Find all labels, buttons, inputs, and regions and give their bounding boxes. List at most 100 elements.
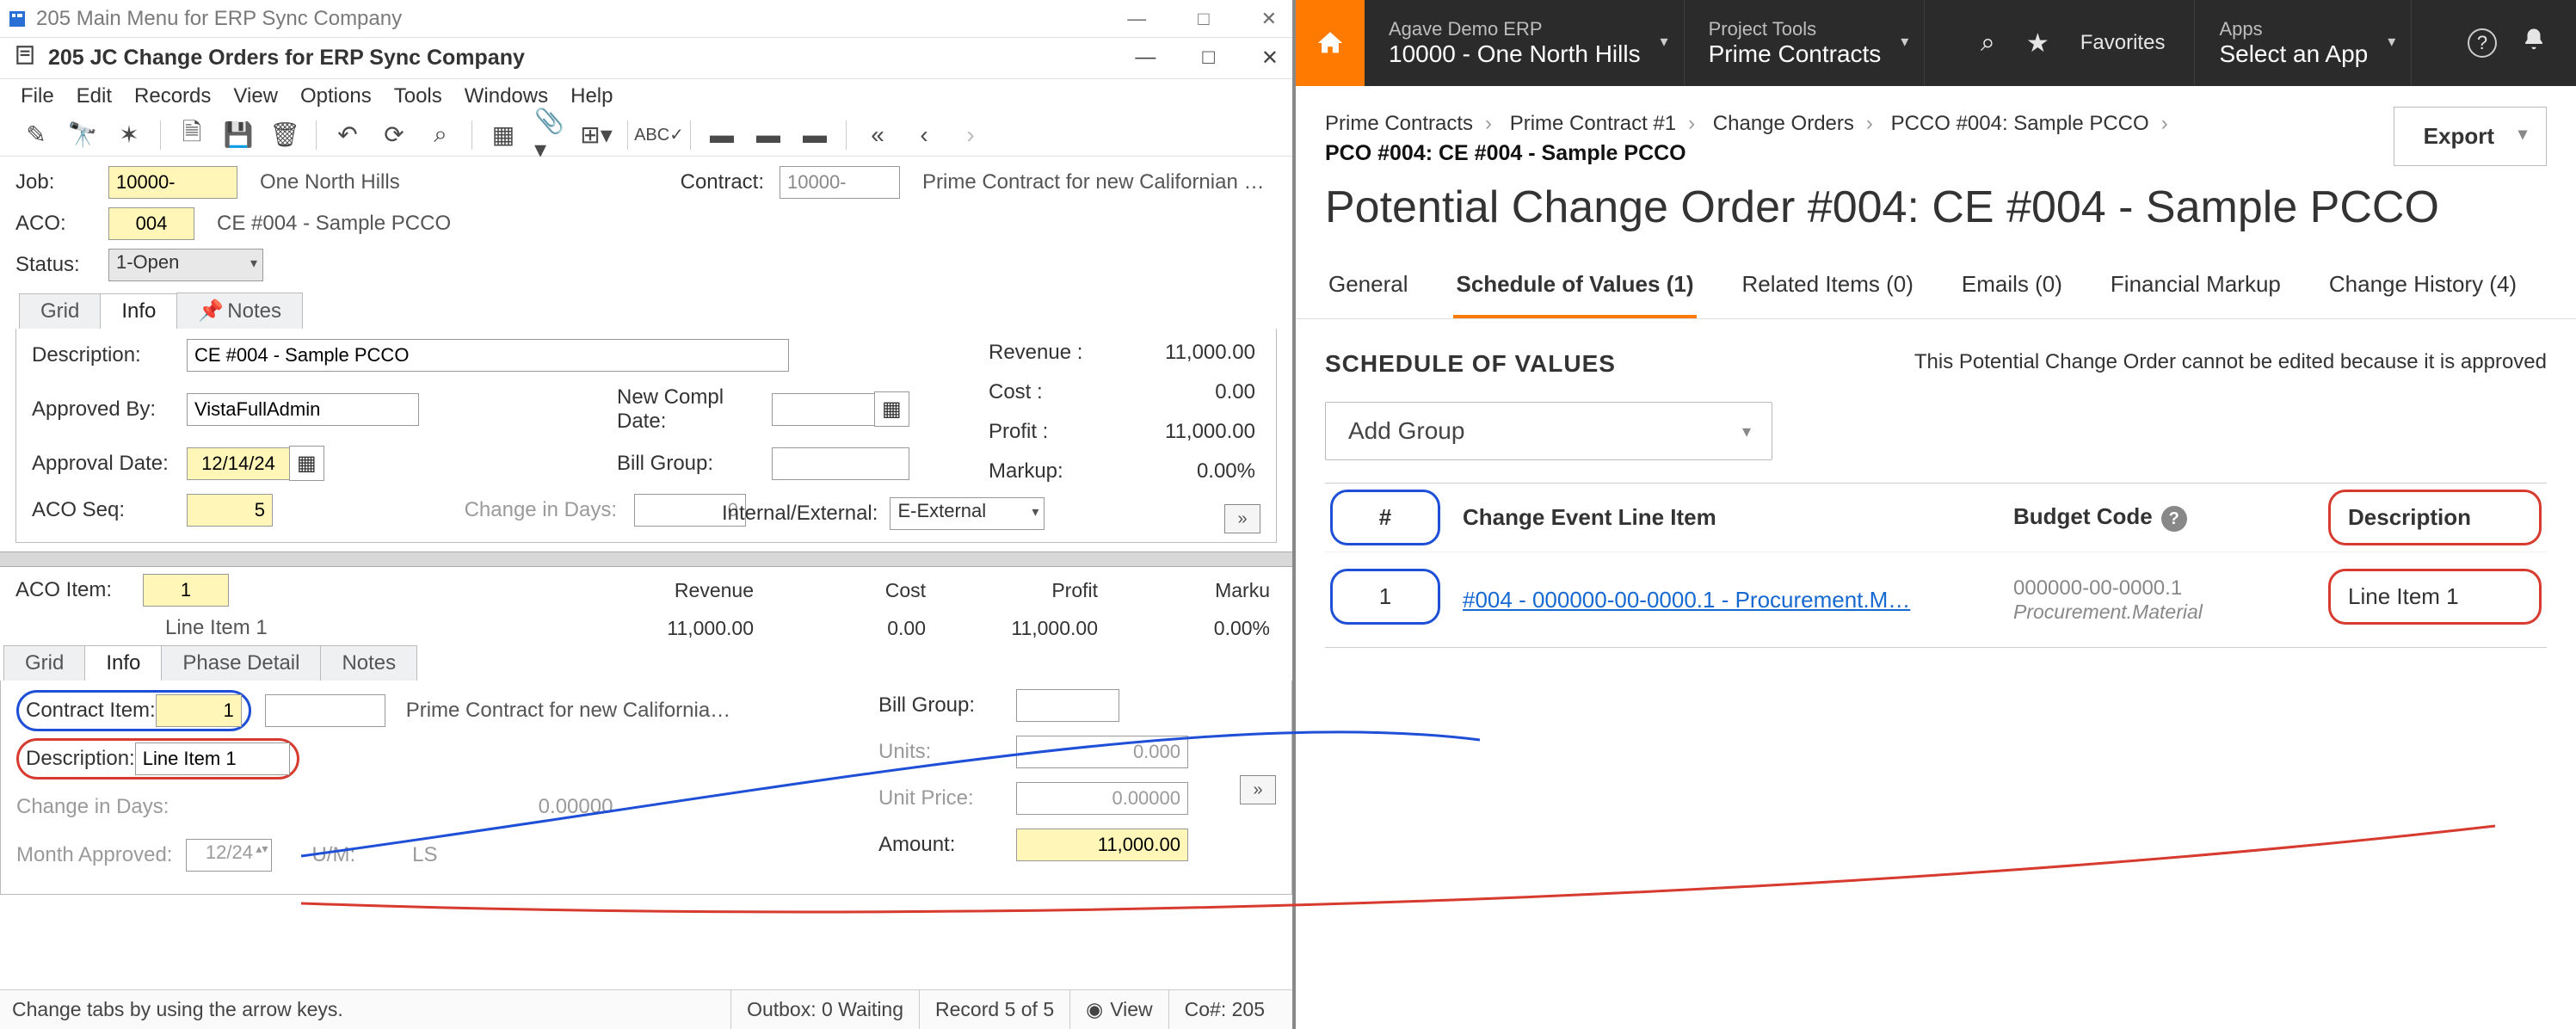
- menu-tools[interactable]: Tools: [394, 84, 442, 108]
- export-button[interactable]: Export: [2394, 107, 2547, 166]
- menu-view[interactable]: View: [233, 84, 278, 108]
- tab-emails[interactable]: Emails (0): [1958, 256, 2066, 318]
- calendar-icon[interactable]: ▦: [874, 391, 909, 427]
- aco-desc: CE #004 - Sample PCCO: [210, 212, 451, 236]
- crumb-pcco[interactable]: PCCO #004: Sample PCCO: [1891, 112, 2149, 135]
- sub-billgroup-input[interactable]: [1016, 689, 1119, 722]
- tab-related[interactable]: Related Items (0): [1738, 256, 1916, 318]
- crumb-prime-contracts[interactable]: Prime Contracts: [1325, 112, 1473, 135]
- attach-icon[interactable]: 📎▾: [534, 120, 565, 151]
- menu-edit[interactable]: Edit: [77, 84, 112, 108]
- binoculars-icon[interactable]: 🔭: [67, 120, 98, 151]
- sov-readonly-note: This Potential Change Order cannot be ed…: [1914, 350, 2547, 378]
- card2-icon[interactable]: ▬: [753, 120, 784, 151]
- main-close-button[interactable]: ✕: [1253, 4, 1285, 34]
- favorites-label[interactable]: Favorites: [2080, 31, 2166, 55]
- tab-grid[interactable]: Grid: [19, 293, 101, 329]
- home-button[interactable]: [1296, 0, 1365, 86]
- tab-financial[interactable]: Financial Markup: [2107, 256, 2284, 318]
- global-search-icon[interactable]: ⌕: [1981, 28, 1995, 58]
- project-tools-selector[interactable]: Project Tools Prime Contracts: [1685, 0, 1926, 86]
- add-group-dropdown[interactable]: Add Group: [1325, 402, 1772, 460]
- sub-expand-button[interactable]: »: [1240, 775, 1276, 804]
- details-panel: Description: Approved By: New Compl Date…: [15, 329, 1277, 543]
- undo-icon[interactable]: ↶: [332, 120, 363, 151]
- page-title: Potential Change Order #004: CE #004 - S…: [1296, 166, 2576, 256]
- tab-general[interactable]: General: [1325, 256, 1412, 318]
- subtab-grid[interactable]: Grid: [3, 645, 85, 681]
- trash-icon[interactable]: 🗑: [269, 120, 300, 151]
- next-record-icon[interactable]: ›: [955, 120, 986, 151]
- contractitem-extra-input[interactable]: [265, 694, 385, 727]
- star-icon[interactable]: ★: [2026, 28, 2049, 59]
- description-input[interactable]: [187, 339, 789, 372]
- approvedby-input[interactable]: [187, 393, 419, 426]
- contractitem-input[interactable]: [156, 694, 242, 727]
- menu-windows[interactable]: Windows: [465, 84, 548, 108]
- approvaldate-input[interactable]: [187, 447, 290, 480]
- menu-bar: File Edit Records View Options Tools Win…: [0, 79, 1292, 114]
- tab-notes[interactable]: 📌Notes: [176, 293, 303, 329]
- sub-desc-input[interactable]: [135, 742, 290, 775]
- erp-selector[interactable]: Agave Demo ERP 10000 - One North Hills: [1365, 0, 1685, 86]
- sub-window-titlebar: 205 JC Change Orders for ERP Sync Compan…: [0, 38, 1292, 79]
- row-ce-link[interactable]: #004 - 000000-00-0000.1 - Procurement.M…: [1445, 575, 1996, 625]
- contract-number-input[interactable]: [780, 166, 900, 199]
- billgroup-input[interactable]: [772, 447, 909, 480]
- menu-file[interactable]: File: [21, 84, 54, 108]
- sub-maximize-button[interactable]: □: [1202, 46, 1215, 71]
- apps-selector[interactable]: Apps Select an App: [2194, 0, 2412, 86]
- sub-close-button[interactable]: ✕: [1261, 46, 1279, 71]
- edit-icon[interactable]: ✎: [21, 120, 52, 151]
- redo-icon[interactable]: ⟳: [379, 120, 410, 151]
- unitprice-input[interactable]: [1016, 782, 1188, 815]
- save-icon[interactable]: 💾: [223, 120, 254, 151]
- crumb-change-orders[interactable]: Change Orders: [1713, 112, 1854, 135]
- bug-icon[interactable]: ✶: [114, 120, 145, 151]
- tab-sov[interactable]: Schedule of Values (1): [1453, 256, 1698, 318]
- subtab-phase[interactable]: Phase Detail: [161, 645, 321, 681]
- newcompl-input[interactable]: [772, 393, 875, 426]
- acoseq-input[interactable]: [187, 494, 273, 527]
- status-outbox: Outbox: 0 Waiting: [730, 990, 919, 1029]
- card3-icon[interactable]: ▬: [799, 120, 830, 151]
- units-input[interactable]: [1016, 736, 1188, 768]
- grid-icon[interactable]: ▦: [488, 120, 519, 151]
- first-record-icon[interactable]: «: [862, 120, 893, 151]
- calendar-icon[interactable]: ▦: [289, 446, 324, 481]
- status-dropdown[interactable]: 1-Open: [108, 249, 263, 281]
- job-number-input[interactable]: [108, 166, 237, 199]
- amount-input[interactable]: [1016, 829, 1188, 861]
- spellcheck-icon[interactable]: ABC✓: [644, 120, 675, 151]
- menu-records[interactable]: Records: [134, 84, 211, 108]
- main-maximize-button[interactable]: □: [1189, 4, 1217, 34]
- prev-record-icon[interactable]: ‹: [909, 120, 940, 151]
- status-bar: Change tabs by using the arrow keys. Out…: [0, 989, 1292, 1029]
- col-budget-label: Budget Code: [2013, 503, 2153, 529]
- markup-label: Markup:: [989, 459, 1126, 484]
- main-minimize-button[interactable]: —: [1119, 4, 1155, 34]
- card1-icon[interactable]: ▬: [706, 120, 737, 151]
- toolbar: ✎ 🔭 ✶ 🗎 💾 🗑 ↶ ⟳ ⌕ ▦ 📎▾ ⊞▾ ABC✓ ▬ ▬ ▬ « ‹…: [0, 114, 1292, 157]
- acoitem-input[interactable]: [143, 574, 229, 607]
- subtab-notes[interactable]: Notes: [320, 645, 417, 681]
- page-icon[interactable]: 🗎: [176, 120, 207, 151]
- help-icon[interactable]: ?: [2468, 28, 2497, 58]
- table-drop-icon[interactable]: ⊞▾: [581, 120, 612, 151]
- expand-button[interactable]: »: [1224, 504, 1260, 533]
- subtab-info[interactable]: Info: [84, 645, 162, 681]
- search-icon[interactable]: ⌕: [425, 120, 456, 151]
- aco-number-input[interactable]: [108, 207, 194, 240]
- tab-info[interactable]: Info: [100, 293, 177, 329]
- monthappr-input[interactable]: 12/24▴▾: [186, 839, 272, 872]
- col-profit: Profit: [926, 579, 1098, 602]
- crumb-prime-contract-1[interactable]: Prime Contract #1: [1510, 112, 1676, 135]
- tab-history[interactable]: Change History (4): [2326, 256, 2520, 318]
- help-icon[interactable]: ?: [2161, 506, 2187, 532]
- intext-dropdown[interactable]: E-External: [890, 497, 1045, 530]
- bell-icon[interactable]: [2521, 27, 2547, 59]
- menu-help[interactable]: Help: [570, 84, 613, 108]
- projecttools-label: Project Tools: [1709, 18, 1882, 40]
- menu-options[interactable]: Options: [300, 84, 372, 108]
- sub-minimize-button[interactable]: —: [1135, 46, 1156, 71]
